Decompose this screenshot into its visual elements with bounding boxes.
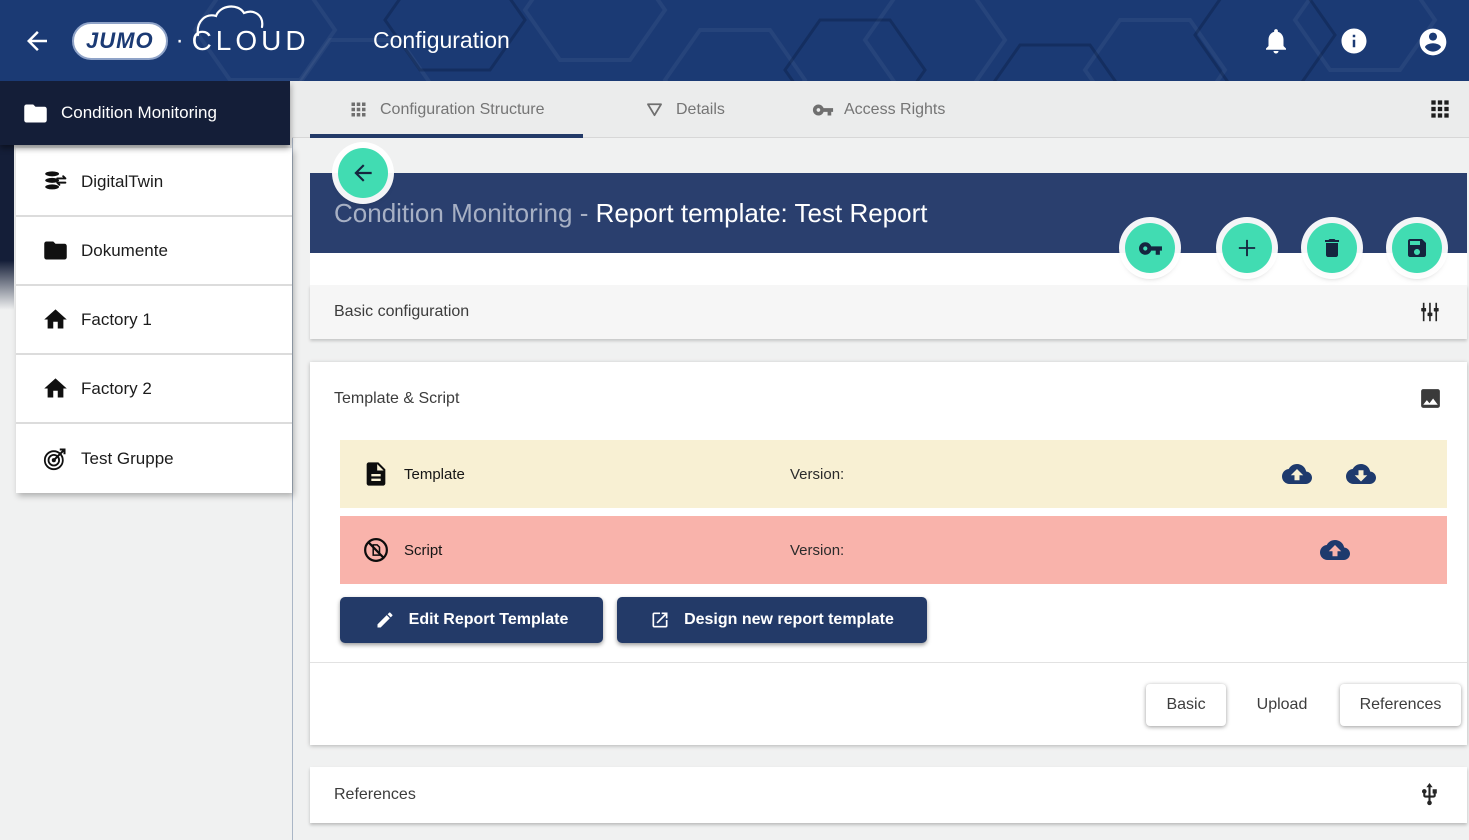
sidebar-item-test-gruppe[interactable]: Test Gruppe (16, 424, 292, 493)
cloud-outline-icon (194, 3, 284, 37)
add-button[interactable] (1222, 223, 1272, 273)
script-row: Script Version: (340, 516, 1447, 584)
cloud-download-icon[interactable] (1346, 459, 1376, 489)
home-icon (42, 306, 69, 333)
page-title: Configuration (373, 0, 510, 81)
apps-grid-icon[interactable] (1427, 96, 1453, 122)
notifications-bell-icon[interactable] (1261, 26, 1291, 56)
script-blocked-icon (362, 536, 390, 564)
sidebar-header-label: Condition Monitoring (61, 103, 217, 123)
script-row-label: Script (404, 542, 442, 559)
document-icon (362, 460, 390, 488)
folder-icon (42, 237, 69, 264)
sidebar-item-factory-2[interactable]: Factory 2 (16, 355, 292, 424)
tab-details[interactable]: Details (644, 81, 725, 138)
basic-configuration-section-header[interactable]: Basic configuration (310, 285, 1467, 339)
save-floppy-icon (1405, 236, 1429, 260)
jumo-cloud-logo: JUMO · CLOUD (72, 18, 310, 64)
edit-report-template-button[interactable]: Edit Report Template (340, 597, 603, 643)
template-row: Template Version: (340, 440, 1447, 508)
basic-button[interactable]: Basic (1146, 684, 1226, 726)
basic-button-label: Basic (1166, 696, 1205, 714)
banner-breadcrumb: Condition Monitoring - (334, 198, 596, 229)
sidebar-item-dokumente[interactable]: Dokumente (16, 217, 292, 286)
references-button-label: References (1360, 696, 1442, 714)
back-arrow-icon[interactable] (22, 26, 52, 56)
tab-access-rights[interactable]: Access Rights (812, 81, 945, 138)
sidebar-header-condition-monitoring[interactable]: Condition Monitoring (0, 81, 290, 145)
sidebar-main-divider (292, 136, 293, 840)
tune-sliders-icon[interactable] (1417, 299, 1443, 325)
target-arrow-icon (42, 445, 69, 472)
content-tab-bar: Configuration Structure Details Access R… (292, 81, 1469, 138)
active-tab-indicator (310, 134, 583, 138)
template-row-label: Template (404, 466, 465, 483)
card-divider (310, 662, 1467, 663)
references-button[interactable]: References (1340, 684, 1461, 726)
upload-button[interactable]: Upload (1246, 684, 1318, 726)
banner-current-title: Report template: Test Report (596, 198, 928, 229)
tab-label: Access Rights (844, 101, 945, 119)
report-template-banner: Condition Monitoring - Report template: … (310, 173, 1467, 253)
script-version-label: Version: (790, 542, 844, 559)
plus-icon (1233, 234, 1261, 262)
edit-report-template-label: Edit Report Template (409, 611, 569, 629)
banner-lower-strip (310, 253, 1467, 285)
design-new-report-template-label: Design new report template (684, 611, 894, 629)
folder-icon (22, 100, 49, 127)
digital-twin-database-icon (42, 168, 69, 195)
arrow-left-icon (350, 160, 376, 186)
sidebar-item-label: Dokumente (81, 241, 168, 261)
tab-configuration-structure[interactable]: Configuration Structure (348, 81, 545, 138)
save-button[interactable] (1392, 223, 1442, 273)
cloud-upload-icon[interactable] (1320, 535, 1350, 565)
upload-button-label: Upload (1257, 696, 1308, 714)
key-icon (1138, 236, 1163, 261)
delete-button[interactable] (1307, 223, 1357, 273)
basic-configuration-label: Basic configuration (334, 303, 469, 321)
sidebar-item-digitaltwin[interactable]: DigitalTwin (16, 148, 292, 217)
sidebar-item-label: Factory 1 (81, 310, 152, 330)
references-label: References (334, 786, 416, 804)
jumo-logo-text: JUMO (86, 28, 154, 54)
jumo-cloud-app: JUMO · CLOUD Configuration (0, 0, 1469, 840)
grid-icon (348, 99, 369, 120)
sidebar-tree: DigitalTwin Dokumente Factory 1 Factory … (16, 148, 292, 493)
template-script-card: Template & Script Template Version: (310, 362, 1467, 745)
cloud-logo-text: CLOUD (192, 25, 310, 57)
references-section-header[interactable]: References (310, 767, 1467, 823)
banner-title: Condition Monitoring - Report template: … (334, 173, 927, 253)
open-in-new-icon (650, 610, 670, 630)
sidebar-item-factory-1[interactable]: Factory 1 (16, 286, 292, 355)
pencil-icon (375, 610, 395, 630)
brand-separator: · (176, 27, 184, 55)
trash-icon (1320, 236, 1344, 260)
template-version-label: Version: (790, 466, 844, 483)
template-script-header: Template & Script (334, 386, 1443, 411)
template-script-title: Template & Script (334, 390, 459, 408)
cloud-upload-icon[interactable] (1282, 459, 1312, 489)
design-new-report-template-button[interactable]: Design new report template (617, 597, 927, 643)
banner-back-button[interactable] (338, 148, 388, 198)
sidebar-dark-strip (0, 145, 14, 310)
access-rights-key-button[interactable] (1125, 223, 1175, 273)
tab-label: Configuration Structure (380, 101, 545, 119)
key-icon (812, 99, 833, 120)
jumo-logo-pill: JUMO (72, 22, 168, 60)
card-footer-actions: Basic Upload References (1146, 684, 1461, 726)
sidebar-item-label: DigitalTwin (81, 172, 163, 192)
topbar-actions (1261, 0, 1469, 81)
sidebar-item-label: Factory 2 (81, 379, 152, 399)
info-icon[interactable] (1339, 26, 1369, 56)
top-app-bar: JUMO · CLOUD Configuration (0, 0, 1469, 81)
home-icon (42, 375, 69, 402)
tab-label: Details (676, 101, 725, 119)
sidebar-item-label: Test Gruppe (81, 449, 174, 469)
image-icon[interactable] (1418, 386, 1443, 411)
usb-icon[interactable] (1417, 782, 1443, 808)
account-icon[interactable] (1417, 26, 1447, 56)
triangle-funnel-icon (644, 99, 665, 120)
